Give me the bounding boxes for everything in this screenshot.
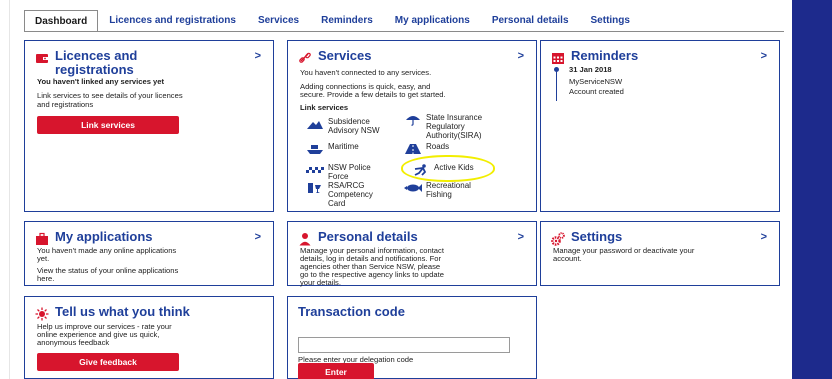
service-state-insurance[interactable]: State Insurance Regulatory Authority(SIRA)	[404, 113, 482, 140]
glass-bottle-icon	[308, 183, 321, 193]
applications-text-line-3: View the status of your online applicati…	[37, 266, 179, 275]
tab-licences-and-registrations[interactable]: Licences and registrations	[98, 10, 247, 32]
running-kid-icon	[414, 164, 427, 176]
transaction-title: Transaction code	[298, 304, 405, 319]
personal-details-chevron-icon[interactable]: >	[518, 231, 524, 243]
licences-chevron-icon[interactable]: >	[255, 50, 261, 62]
give-feedback-button[interactable]: Give feedback	[37, 353, 179, 371]
service-rsa-rcg[interactable]: RSA/RCG Competency Card	[306, 181, 373, 208]
applications-card[interactable]: My applications > You haven't made any o…	[24, 221, 274, 286]
landslide-icon	[307, 121, 323, 129]
tab-settings[interactable]: Settings	[580, 10, 641, 32]
licences-card-header: Licences and registrations	[35, 49, 137, 77]
settings-text-line-2: account.	[553, 254, 582, 263]
service-active-kids[interactable]: Active Kids	[412, 163, 474, 176]
reminders-card-header: Reminders	[551, 49, 638, 65]
service-nsw-police[interactable]: NSW Police Force	[306, 163, 371, 181]
link-services-button[interactable]: Link services	[37, 116, 179, 134]
reminder-line-1: MyServiceNSW	[569, 77, 623, 86]
boat-icon	[307, 145, 323, 154]
settings-title: Settings	[571, 229, 623, 244]
feedback-title: Tell us what you think	[55, 304, 190, 319]
applications-text-line-2: yet.	[37, 254, 50, 263]
feedback-card-header: Tell us what you think	[35, 305, 190, 321]
road-icon	[405, 144, 421, 154]
timeline-line	[556, 71, 557, 101]
personal-details-card[interactable]: Personal details > Manage your personal …	[287, 221, 537, 287]
settings-card[interactable]: Settings > Manage your password or deact…	[540, 221, 780, 286]
umbrella-icon	[406, 116, 420, 126]
services-card[interactable]: Services > You haven't connected to any …	[287, 40, 537, 212]
dashboard-page: Dashboard Licences and registrations Ser…	[10, 0, 792, 379]
transaction-card-header: Transaction code	[298, 305, 405, 319]
service-recreational-fishing[interactable]: Recreational Fishing	[404, 181, 471, 199]
applications-card-header: My applications	[35, 230, 153, 246]
applications-chevron-icon[interactable]: >	[255, 231, 261, 243]
link-services-heading: Link services	[300, 103, 349, 112]
tab-services[interactable]: Services	[247, 10, 310, 32]
settings-chevron-icon[interactable]: >	[761, 231, 767, 243]
applications-text-line-4: here.	[37, 274, 55, 283]
tab-divider	[24, 31, 784, 32]
enter-button[interactable]: Enter	[298, 363, 374, 379]
tab-dashboard[interactable]: Dashboard	[24, 10, 99, 32]
personal-text-line-5: your details.	[300, 278, 341, 287]
services-chevron-icon[interactable]: >	[518, 50, 524, 62]
service-roads[interactable]: Roads	[404, 142, 449, 155]
tab-personal-details[interactable]: Personal details	[481, 10, 580, 32]
service-subsidence-advisory[interactable]: Subsidence Advisory NSW	[306, 117, 380, 135]
settings-card-header: Settings	[551, 230, 622, 246]
services-title: Services	[318, 48, 372, 63]
gears-icon	[551, 232, 565, 246]
services-text-line-2: secure. Provide a few details to get sta…	[300, 90, 446, 99]
feedback-card: Tell us what you think Help us improve o…	[24, 296, 274, 379]
tab-reminders[interactable]: Reminders	[310, 10, 384, 32]
transaction-code-card: Transaction code Please enter your deleg…	[287, 296, 537, 379]
services-card-header: Services	[298, 49, 372, 65]
briefcase-icon	[36, 232, 48, 245]
burst-icon	[35, 307, 49, 321]
left-margin	[0, 0, 10, 379]
licences-heading: You haven't linked any services yet	[37, 77, 165, 86]
calendar-icon	[552, 53, 564, 64]
reminder-date: 31 Jan 2018	[569, 65, 612, 74]
fish-icon	[404, 184, 422, 192]
person-icon	[299, 233, 311, 246]
reminders-chevron-icon[interactable]: >	[761, 50, 767, 62]
applications-title: My applications	[55, 229, 153, 244]
tab-my-applications[interactable]: My applications	[384, 10, 481, 32]
feedback-text-line-3: anonymous feedback	[37, 338, 110, 347]
personal-details-card-header: Personal details	[298, 230, 418, 246]
personal-details-title: Personal details	[318, 229, 418, 244]
tab-bar: Dashboard Licences and registrations Ser…	[24, 10, 641, 32]
service-maritime[interactable]: Maritime	[306, 142, 359, 155]
checkered-band-icon	[306, 167, 324, 173]
applications-text-line-1: You haven't made any online applications	[37, 246, 177, 255]
transaction-code-input[interactable]	[298, 337, 510, 353]
licences-card[interactable]: Licences and registrations > You haven't…	[24, 40, 274, 212]
reminders-card[interactable]: Reminders > 31 Jan 2018 MyServiceNSW Acc…	[540, 40, 780, 212]
licences-text-line-2: and registrations	[37, 100, 94, 109]
link-icon	[299, 52, 311, 63]
services-intro: You haven't connected to any services.	[300, 68, 432, 77]
right-background	[792, 0, 832, 379]
licences-title: Licences and registrations	[55, 48, 138, 77]
wallet-icon	[36, 54, 48, 63]
licences-text-line-1: Link services to see details of your lic…	[37, 91, 183, 100]
reminders-title: Reminders	[571, 48, 639, 63]
reminder-line-2: Account created	[569, 87, 624, 96]
